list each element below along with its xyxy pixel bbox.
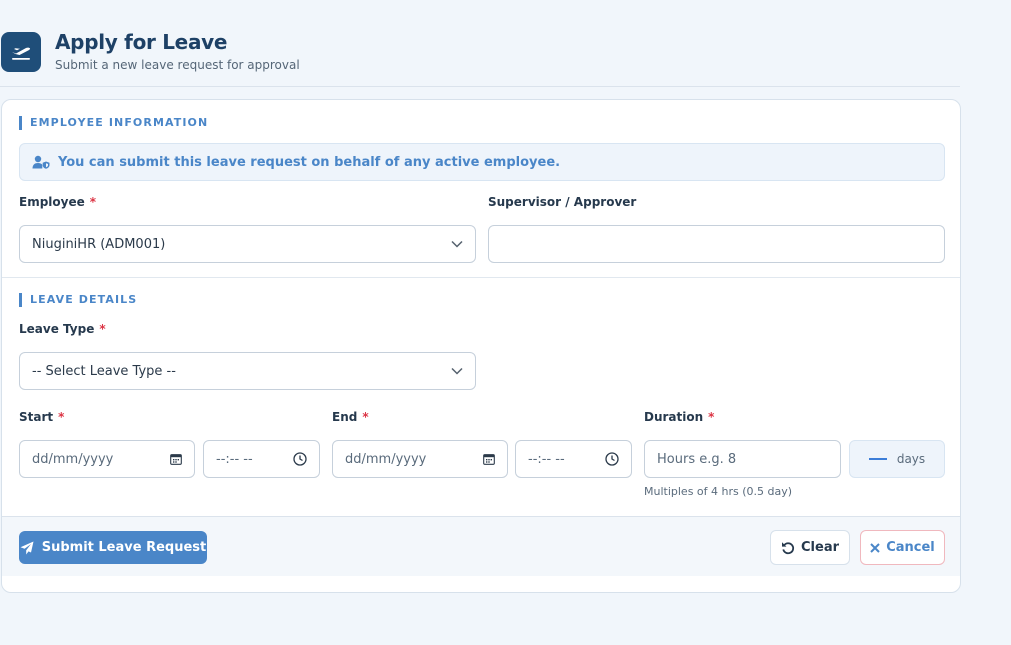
section-title-employee: EMPLOYEE INFORMATION bbox=[19, 116, 208, 130]
employee-label-text: Employee bbox=[19, 195, 85, 209]
leave-type-select-value: -- Select Leave Type -- bbox=[32, 363, 176, 379]
calendar-icon bbox=[170, 453, 182, 465]
duration-hours-placeholder: Hours e.g. 8 bbox=[657, 451, 737, 467]
employee-select[interactable]: NiuginiHR (ADM001) bbox=[19, 225, 476, 263]
clock-icon bbox=[293, 452, 307, 466]
submit-button-label: Submit Leave Request bbox=[41, 540, 207, 555]
end-date-placeholder: dd/mm/yyyy bbox=[345, 451, 427, 467]
duration-hint: Multiples of 4 hrs (0.5 day) bbox=[644, 485, 793, 498]
submit-button[interactable]: Submit Leave Request bbox=[19, 531, 207, 564]
leave-type-select[interactable]: -- Select Leave Type -- bbox=[19, 352, 476, 390]
clear-button-label: Clear bbox=[801, 540, 839, 555]
supervisor-label: Supervisor / Approver bbox=[488, 195, 637, 209]
required-mark: * bbox=[99, 322, 106, 336]
clock-icon bbox=[605, 452, 619, 466]
duration-days-display: days bbox=[849, 440, 945, 478]
chevron-down-icon bbox=[451, 367, 463, 375]
required-mark: * bbox=[89, 195, 97, 209]
user-shield-icon bbox=[32, 155, 50, 169]
start-label-text: Start bbox=[19, 410, 54, 424]
employee-select-value: NiuginiHR (ADM001) bbox=[32, 236, 166, 252]
plane-departure-icon bbox=[1, 32, 41, 72]
info-box: You can submit this leave request on beh… bbox=[19, 143, 945, 181]
section-title-leave: LEAVE DETAILS bbox=[19, 293, 137, 307]
duration-hours-input[interactable]: Hours e.g. 8 bbox=[644, 440, 841, 478]
info-text: You can submit this leave request on beh… bbox=[58, 154, 561, 170]
page-header: Apply for Leave Submit a new leave reque… bbox=[0, 30, 960, 87]
employee-label: Employee * bbox=[19, 195, 96, 209]
end-date-input[interactable]: dd/mm/yyyy bbox=[332, 440, 508, 478]
end-label: End * bbox=[332, 410, 369, 424]
page-subtitle: Submit a new leave request for approval bbox=[55, 58, 300, 72]
form-footer: Submit Leave Request Clear Cancel bbox=[2, 516, 960, 576]
undo-icon bbox=[781, 541, 795, 555]
clear-button[interactable]: Clear bbox=[770, 530, 850, 565]
days-unit: days bbox=[896, 452, 926, 466]
start-time-input[interactable]: --:-- -- bbox=[203, 440, 320, 478]
section-divider bbox=[2, 277, 960, 278]
required-mark: * bbox=[362, 410, 369, 424]
page-title: Apply for Leave bbox=[55, 30, 228, 54]
cancel-button-label: Cancel bbox=[886, 540, 935, 555]
start-label: Start * bbox=[19, 410, 64, 424]
supervisor-field[interactable] bbox=[488, 225, 945, 263]
duration-label-text: Duration bbox=[644, 410, 704, 424]
required-mark: * bbox=[708, 410, 715, 424]
leave-form-card: EMPLOYEE INFORMATION You can submit this… bbox=[1, 99, 961, 593]
start-time-placeholder: --:-- -- bbox=[216, 451, 253, 467]
cancel-button[interactable]: Cancel bbox=[860, 530, 945, 565]
close-icon bbox=[870, 542, 880, 553]
start-date-input[interactable]: dd/mm/yyyy bbox=[19, 440, 195, 478]
days-dash bbox=[868, 458, 887, 460]
chevron-down-icon bbox=[451, 240, 463, 248]
leave-type-label-text: Leave Type bbox=[19, 322, 95, 336]
end-time-input[interactable]: --:-- -- bbox=[515, 440, 632, 478]
paper-plane-icon bbox=[20, 541, 34, 555]
end-time-placeholder: --:-- -- bbox=[528, 451, 565, 467]
start-date-placeholder: dd/mm/yyyy bbox=[32, 451, 114, 467]
calendar-icon bbox=[483, 453, 495, 465]
leave-type-label: Leave Type * bbox=[19, 322, 106, 336]
end-label-text: End bbox=[332, 410, 358, 424]
required-mark: * bbox=[58, 410, 65, 424]
duration-label: Duration * bbox=[644, 410, 714, 424]
